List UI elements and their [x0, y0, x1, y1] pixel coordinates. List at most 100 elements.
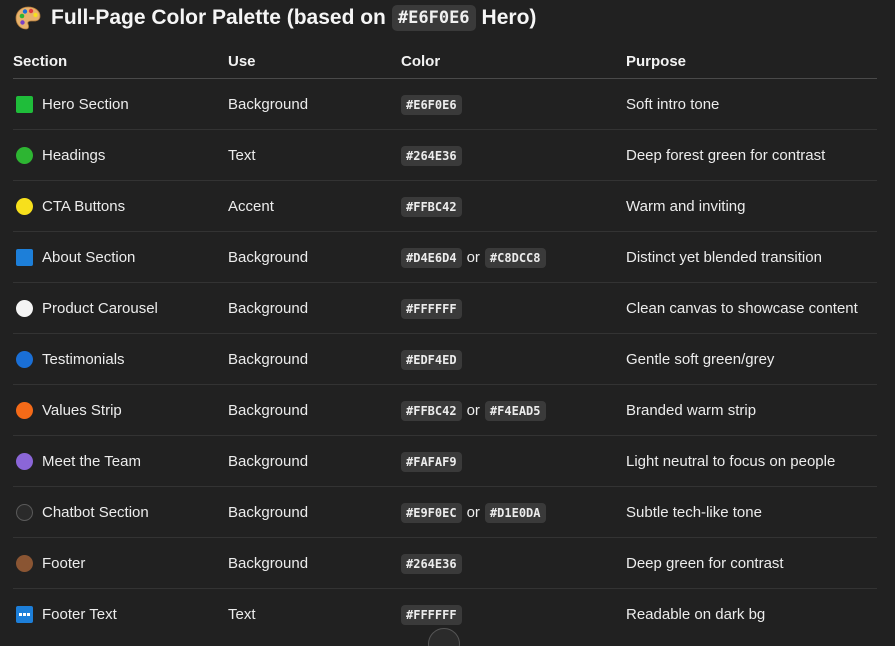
section-cell: Product Carousel [13, 282, 228, 334]
color-code: #D4E6D4 [401, 247, 462, 268]
use-cell: Background [228, 435, 401, 487]
color-code-alt: #C8DCC8 [484, 247, 546, 268]
section-label: Chatbot Section [42, 503, 149, 521]
blue-square-icon [16, 248, 33, 266]
use-cell: Text [228, 129, 401, 181]
color-cell: #264E36 [401, 537, 626, 589]
palette-table: Section Use Color Purpose Hero Section Ba… [13, 44, 877, 639]
color-code: #EDF4ED [401, 349, 462, 370]
header-purpose: Purpose [626, 44, 877, 79]
palette-heading: Full-Page Color Palette (based on #E6F0E… [13, 0, 877, 36]
table-header-row: Section Use Color Purpose [13, 44, 877, 79]
table-row: Footer Background #264E36 Deep green for co… [13, 537, 877, 589]
color-cell: #EDF4ED [401, 333, 626, 385]
section-label: Product Carousel [42, 299, 158, 317]
yellow-circle-icon [16, 197, 33, 215]
table-row: Chatbot Section Background #E9F0EC or #D1E0D… [13, 486, 877, 538]
table-row: Hero Section Background #E6F0E6 Soft intro … [13, 78, 877, 130]
color-code: #264E36 [401, 553, 462, 574]
purpose-cell: Clean canvas to showcase content [626, 282, 877, 334]
message-content: Full-Page Color Palette (based on #E6F0E… [0, 0, 895, 646]
color-code: #E6F0E6 [401, 94, 462, 115]
section-label: Hero Section [42, 95, 129, 113]
orange-circle-icon [16, 401, 33, 419]
purpose-cell: Deep green for contrast [626, 537, 877, 589]
section-cell-content: Product Carousel [13, 299, 228, 317]
section-label: Meet the Team [42, 452, 141, 470]
section-label: Footer Text [42, 605, 117, 623]
section-cell-content: Meet the Team [13, 452, 228, 470]
use-cell: Background [228, 537, 401, 589]
palette-title-code: #E6F0E6 [391, 5, 476, 31]
use-cell: Text [228, 605, 256, 623]
white-circle-icon [16, 299, 33, 317]
color-code: #FFBC42 [401, 400, 462, 421]
section-cell: Footer [13, 537, 228, 589]
color-cell: #FFBC42 or #F4EAD5 [401, 384, 626, 436]
artist-palette-icon [15, 6, 41, 30]
section-cell-content: About Section [13, 248, 228, 266]
or-separator: or [466, 401, 480, 419]
color-cell: #E6F0E6 [401, 78, 626, 130]
purpose-cell: Gentle soft green/grey [626, 333, 877, 385]
purpose-cell: Subtle tech-like tone [626, 486, 877, 538]
palette-title-suffix: Hero) [481, 6, 537, 29]
purpose-cell: Branded warm strip [626, 384, 877, 436]
section-cell-content: Values Strip [13, 401, 228, 419]
or-separator: or [466, 503, 480, 521]
use-cell: Accent [228, 180, 401, 232]
table-row: Product Carousel Background #FFFFFF Clean c… [13, 282, 877, 334]
purpose-cell: Readable on dark bg [626, 605, 766, 623]
section-cell: Headings [13, 129, 228, 181]
header-color: Color [401, 44, 626, 79]
color-cell: #FFFFFF [401, 282, 626, 334]
color-cell: #E9F0EC or #D1E0DA [401, 486, 626, 538]
purpose-cell: Deep forest green for contrast [626, 129, 877, 181]
section-cell: Values Strip [13, 384, 228, 436]
section-cell-content: Headings [13, 146, 228, 164]
use-cell: Background [228, 486, 401, 538]
section-cell-content: Footer Text [13, 605, 228, 623]
use-cell: Background [228, 384, 401, 436]
table-row: Meet the Team Background #FAFAF9 Light neut… [13, 435, 877, 487]
or-separator: or [466, 248, 480, 266]
table-row: About Section Background #D4E6D4 or #C8DCC8 D… [13, 231, 877, 283]
table-row: CTA Buttons Accent #FFBC42 Warm and invitin… [13, 180, 877, 232]
color-code-alt: #F4EAD5 [484, 400, 546, 421]
color-code: #FFFFFF [401, 298, 462, 319]
purple-circle-icon [16, 452, 33, 470]
abc-input-icon [16, 605, 33, 623]
table-row: Values Strip Background #FFBC42 or #F4EAD5 Br… [13, 384, 877, 436]
color-code-alt: #D1E0DA [484, 502, 546, 523]
section-cell: Meet the Team [13, 435, 228, 487]
section-label: CTA Buttons [42, 197, 126, 215]
palette-title-prefix: Full-Page Color Palette (based on [51, 6, 386, 29]
header-use: Use [228, 44, 401, 79]
use-cell: Background [228, 333, 401, 385]
color-cell: #D4E6D4 or #C8DCC8 [401, 231, 626, 283]
section-label: Values Strip [42, 401, 122, 419]
color-cell: #FAFAF9 [401, 435, 626, 487]
color-cell: #264E36 [401, 129, 626, 181]
palette-table-body: Hero Section Background #E6F0E6 Soft intro … [13, 78, 877, 640]
purpose-cell: Warm and inviting [626, 180, 877, 232]
color-code: #FFFFFF [401, 604, 462, 625]
section-label: Footer [42, 554, 86, 572]
green-square-icon [16, 95, 33, 113]
section-cell: Chatbot Section [13, 486, 228, 538]
purpose-cell: Light neutral to focus on people [626, 435, 877, 487]
section-cell: CTA Buttons [13, 180, 228, 232]
section-cell-content: Footer [13, 554, 228, 572]
section-cell: Hero Section [13, 78, 228, 130]
purpose-cell: Distinct yet blended transition [626, 231, 877, 283]
color-cell: #FFBC42 [401, 180, 626, 232]
black-circle-icon [16, 503, 33, 521]
section-label: Testimonials [42, 350, 125, 368]
purpose-cell: Soft intro tone [626, 78, 877, 130]
color-code: #FAFAF9 [401, 451, 462, 472]
blue-circle-icon [16, 350, 33, 368]
table-row: Headings Text #264E36 Deep forest green for… [13, 129, 877, 181]
section-label: Headings [42, 146, 106, 164]
color-code: #E9F0EC [401, 502, 462, 523]
section-cell: Footer Text [13, 589, 228, 640]
